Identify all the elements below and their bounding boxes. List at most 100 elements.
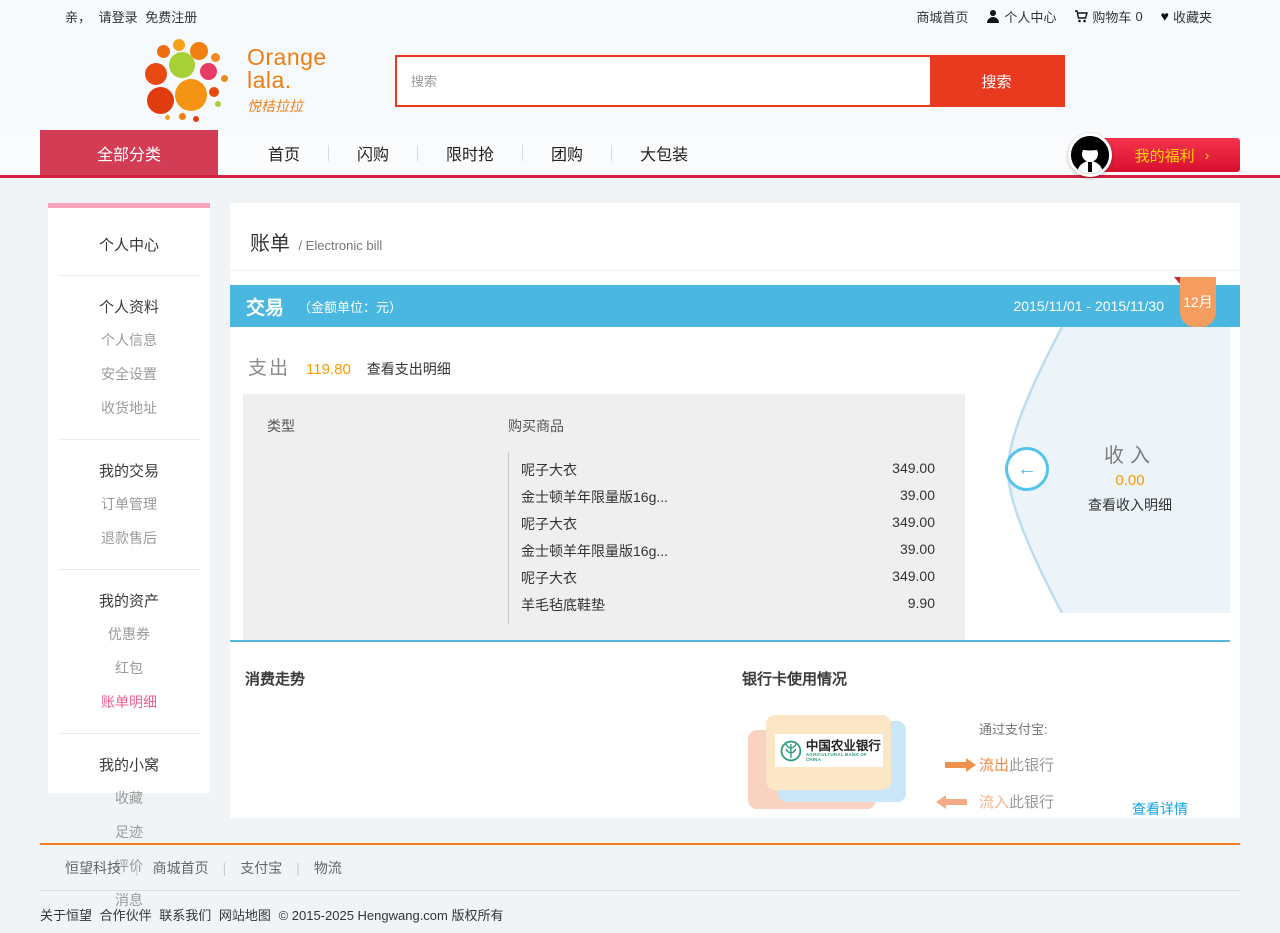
- page-title: 账单: [250, 233, 290, 255]
- sidebar-item-refunds[interactable]: 退款售后: [48, 521, 210, 555]
- month-badge[interactable]: 12月: [1180, 277, 1216, 327]
- sidebar-item-bill-detail[interactable]: 账单明细: [48, 685, 210, 719]
- inflow-link[interactable]: 流入此银行: [979, 791, 1054, 812]
- cart-label: 购物车: [1092, 7, 1131, 26]
- user-icon: [986, 9, 1000, 23]
- mall-home-link[interactable]: 商城首页: [916, 7, 968, 26]
- sidebar-item-address[interactable]: 收货地址: [48, 391, 210, 425]
- nav-item-bulk[interactable]: 大包装: [612, 141, 716, 165]
- logo-chinese: 悦桔拉拉: [247, 96, 327, 116]
- product-amount: 349.00: [892, 514, 935, 534]
- view-details-link[interactable]: 查看详情: [1132, 799, 1188, 819]
- my-benefits-button[interactable]: 我的福利 ›: [1090, 138, 1240, 172]
- outflow-highlight: 流出: [979, 757, 1009, 774]
- table-row[interactable]: 呢子大衣 349.00: [521, 510, 935, 537]
- expense-detail-link[interactable]: 查看支出明细: [367, 359, 451, 379]
- sidebar-section-profile: 个人资料 个人信息 安全设置 收货地址: [48, 276, 210, 439]
- arrow-right-icon: [945, 762, 967, 768]
- transaction-unit: （金额单位：元）: [298, 297, 402, 316]
- sidebar-header-trade[interactable]: 我的交易: [48, 440, 210, 487]
- footer-link-alipay[interactable]: 支付宝: [240, 858, 282, 878]
- footer-separator: |: [135, 860, 139, 876]
- footer-link-mall[interactable]: 商城首页: [153, 858, 209, 878]
- benefits-area: 我的福利 ›: [1068, 133, 1240, 177]
- logo-text: Orange lala. 悦桔拉拉: [247, 46, 327, 116]
- sidebar-header-profile[interactable]: 个人资料: [48, 276, 210, 323]
- purchase-list: 呢子大衣 349.00 金士顿羊年限量版16g... 39.00 呢子大衣 34…: [508, 452, 965, 624]
- footer-separator: |: [296, 860, 300, 876]
- table-row[interactable]: 呢子大衣 349.00: [521, 564, 935, 591]
- product-amount: 39.00: [900, 541, 935, 561]
- product-name: 呢子大衣: [521, 514, 577, 534]
- bank-section: 银行卡使用情况 中国农业银行: [742, 668, 1240, 815]
- date-range: 2015/11/01 - 2015/11/30: [1014, 298, 1165, 314]
- sidebar-header-assets[interactable]: 我的资产: [48, 570, 210, 617]
- search-button[interactable]: 搜索: [930, 57, 1063, 105]
- cart-link[interactable]: 购物车0: [1074, 7, 1142, 26]
- login-link[interactable]: 请登录: [99, 10, 138, 25]
- logo[interactable]: Orange lala. 悦桔拉拉: [145, 39, 380, 123]
- sidebar-header-nest[interactable]: 我的小窝: [48, 734, 210, 781]
- table-row[interactable]: 呢子大衣 349.00: [521, 456, 935, 483]
- footer-link-logistics[interactable]: 物流: [314, 858, 342, 878]
- search-bar: 搜索: [395, 55, 1065, 107]
- bank-card-front[interactable]: 中国农业银行 AGRICULTURAL BANK OF CHINA: [766, 715, 891, 790]
- header: Orange lala. 悦桔拉拉 搜索: [0, 32, 1280, 130]
- income-detail-link[interactable]: 查看收入明细: [1046, 495, 1214, 515]
- product-amount: 39.00: [900, 487, 935, 507]
- logo-line2: lala.: [247, 69, 327, 92]
- about-link[interactable]: 关于恒望: [40, 908, 92, 923]
- avatar[interactable]: [1068, 133, 1112, 177]
- page-body: 个人中心 个人资料 个人信息 安全设置 收货地址 我的交易 订单管理 退款售后 …: [40, 203, 1240, 818]
- all-categories-button[interactable]: 全部分类: [40, 130, 218, 175]
- profile-link[interactable]: 个人中心: [986, 7, 1056, 26]
- sitemap-link[interactable]: 网站地图: [219, 908, 271, 923]
- contact-link[interactable]: 联系我们: [159, 908, 211, 923]
- transaction-header: 交易 （金额单位：元） 2015/11/01 - 2015/11/30 12月: [230, 285, 1240, 327]
- outflow-row: 流出此银行: [945, 754, 1054, 775]
- footer-link-hengwang[interactable]: 恒望科技: [65, 858, 121, 878]
- sidebar-title[interactable]: 个人中心: [48, 222, 210, 275]
- profile-label: 个人中心: [1004, 7, 1056, 26]
- inflow-row: 流入此银行: [945, 791, 1054, 812]
- copyright-row: 关于恒望 合作伙伴 联系我们 网站地图 © 2015-2025 Hengwang…: [40, 891, 1240, 924]
- inflow-highlight: 流入: [979, 794, 1009, 811]
- sidebar-item-security[interactable]: 安全设置: [48, 357, 210, 391]
- table-row[interactable]: 羊毛毡底鞋垫 9.90: [521, 591, 935, 618]
- expense-amount: 119.80: [306, 361, 351, 378]
- cart-icon: [1074, 9, 1088, 23]
- main-nav: 全部分类 首页 闪购 限时抢 团购 大包装 我的福利 ›: [0, 130, 1280, 178]
- logo-line1: Orange: [247, 46, 327, 69]
- favorites-link[interactable]: ♥ 收藏夹: [1161, 7, 1212, 26]
- nav-item-flash[interactable]: 闪购: [329, 141, 417, 165]
- search-input[interactable]: [397, 57, 930, 105]
- chevron-right-icon: ›: [1205, 147, 1210, 163]
- nav-item-home[interactable]: 首页: [240, 141, 328, 165]
- topbar-links: 商城首页 个人中心 购物车0 ♥ 收藏夹: [916, 7, 1212, 26]
- product-name: 呢子大衣: [521, 568, 577, 588]
- footer-separator: |: [223, 860, 227, 876]
- sidebar-item-orders[interactable]: 订单管理: [48, 487, 210, 521]
- nav-item-limited[interactable]: 限时抢: [418, 141, 522, 165]
- income-amount: 0.00: [1046, 472, 1214, 489]
- breadcrumb-sub: / Electronic bill: [298, 238, 382, 253]
- income-toggle-button[interactable]: ←: [1005, 447, 1049, 491]
- sidebar-item-footprint[interactable]: 足迹: [48, 815, 210, 849]
- table-row[interactable]: 金士顿羊年限量版16g... 39.00: [521, 483, 935, 510]
- outflow-rest: 此银行: [1009, 757, 1054, 774]
- breadcrumb: 账单 / Electronic bill: [230, 203, 1240, 271]
- income-summary: 收入 0.00 查看收入明细: [1046, 439, 1214, 515]
- sidebar-item-coupons[interactable]: 优惠券: [48, 617, 210, 651]
- outflow-link[interactable]: 流出此银行: [979, 754, 1054, 775]
- sidebar-item-collect[interactable]: 收藏: [48, 781, 210, 815]
- transaction-body: 支出 119.80 查看支出明细 类型 购买商品 呢子大衣 349.00 金士顿…: [230, 327, 1240, 640]
- sidebar-section-assets: 我的资产 优惠券 红包 账单明细: [48, 570, 210, 733]
- sidebar-item-redpacket[interactable]: 红包: [48, 651, 210, 685]
- partners-link[interactable]: 合作伙伴: [100, 908, 152, 923]
- register-link[interactable]: 免费注册: [145, 10, 197, 25]
- table-row[interactable]: 金士顿羊年限量版16g... 39.00: [521, 537, 935, 564]
- favorites-label: 收藏夹: [1173, 7, 1212, 26]
- nav-item-group[interactable]: 团购: [523, 141, 611, 165]
- logo-dots-icon: [145, 39, 233, 123]
- sidebar-item-personal-info[interactable]: 个人信息: [48, 323, 210, 357]
